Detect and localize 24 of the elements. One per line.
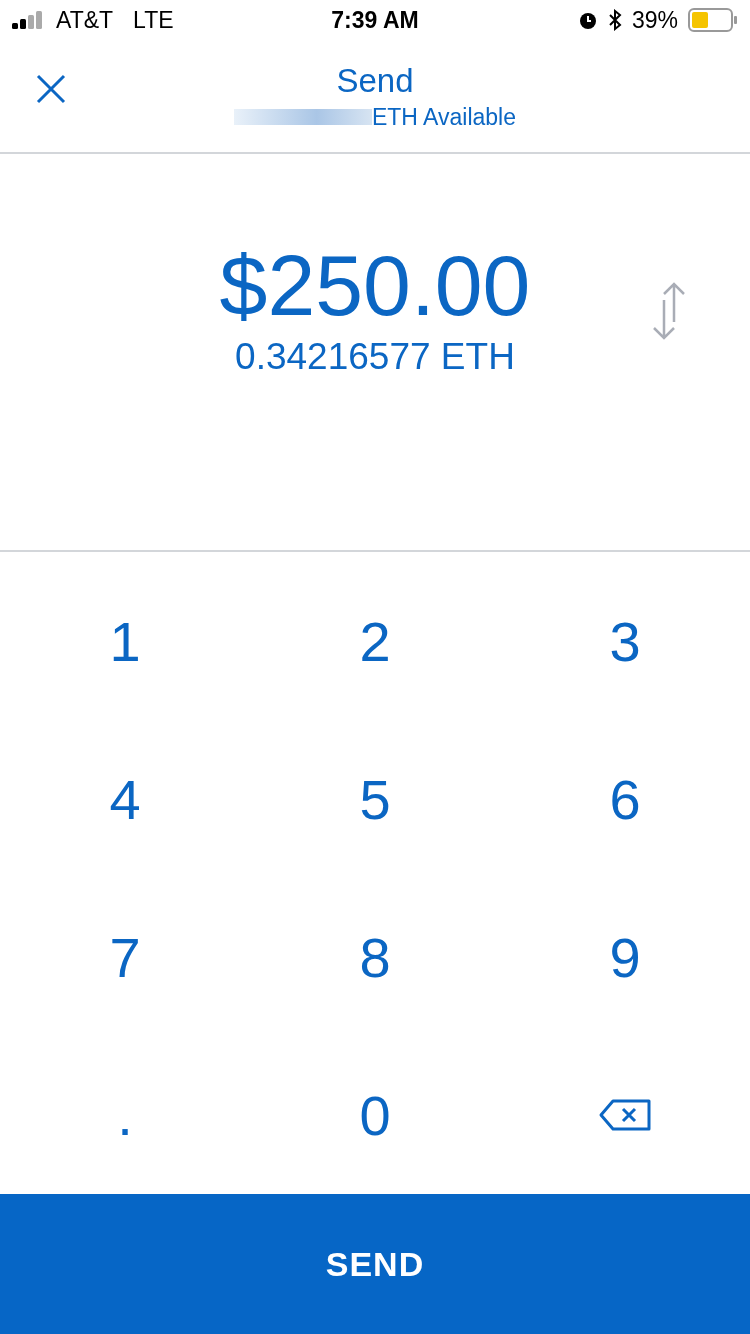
available-balance: ETH Available [371,103,516,131]
crypto-amount: 0.34216577 ETH [235,336,515,378]
backspace-icon [599,1099,651,1131]
keypad-key[interactable]: 7 [0,878,250,1036]
bluetooth-icon [607,9,622,31]
alarm-clock-icon [577,10,598,30]
status-time: 7:39 AM [331,6,419,34]
network-type: LTE [133,6,174,34]
send-button[interactable]: SEND [0,1194,750,1334]
keypad-key[interactable]: . [0,1036,250,1194]
keypad-key[interactable]: 5 [250,720,500,878]
keypad-key[interactable]: 3 [500,562,750,720]
fiat-amount: $250.00 [219,242,531,328]
keypad-key[interactable]: 9 [500,878,750,1036]
keypad-key[interactable]: 1 [0,562,250,720]
battery-percent: 39% [631,6,678,34]
keypad-key[interactable]: 2 [250,562,500,720]
battery-icon [688,8,738,32]
screen-title: Send [336,61,414,100]
keypad-key[interactable]: 6 [500,720,750,878]
keypad-key[interactable]: 4 [0,720,250,878]
keypad-key[interactable]: 0 [250,1036,500,1194]
carrier-name: AT&T [56,6,114,34]
keypad-key[interactable]: 8 [250,878,500,1036]
